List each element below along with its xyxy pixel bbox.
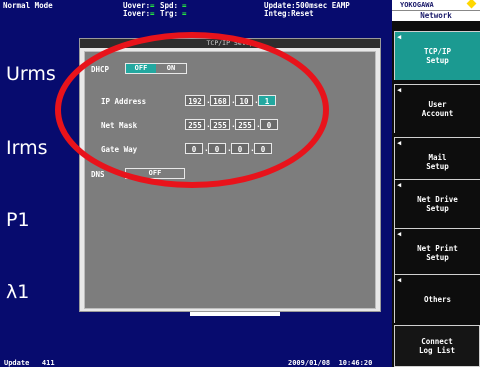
triangle-icon: ◀ (397, 33, 402, 41)
mask-octet-4[interactable]: 0 (260, 119, 278, 130)
panel-header: YOKOGAWA Network (392, 0, 480, 21)
softkey-label: Setup (426, 253, 449, 262)
softkey-net-print-setup[interactable]: ◀ Net Print Setup (394, 228, 480, 277)
dhcp-on-option[interactable]: ON (156, 64, 186, 73)
mask-octet-3[interactable]: 255 (235, 119, 255, 130)
measurement-label: Urms (6, 63, 56, 85)
measurement-label: Irms (6, 137, 48, 159)
tcpip-setup-dialog: TCP/IP Setup DHCP OFF ON IP Address 192 … (79, 38, 381, 312)
iover-value: = (150, 9, 155, 18)
mask-octet-2[interactable]: 255 (210, 119, 230, 130)
gateway-octet-4[interactable]: 0 (254, 143, 272, 154)
date-time: 2009/01/08 10:46:20 (288, 359, 373, 367)
softkey-label: Others (423, 294, 452, 304)
measurement-label: P1 (6, 209, 30, 231)
softkey-label: Setup (426, 162, 449, 171)
diamond-icon (466, 0, 477, 9)
mask-octet-1[interactable]: 255 (185, 119, 205, 130)
softkey-connect-log-list[interactable]: Connect Log List (394, 325, 480, 367)
softkey-others[interactable]: ◀ Others (394, 274, 480, 323)
ip-octet-3[interactable]: 10 (235, 95, 253, 106)
dns-value[interactable]: OFF (126, 169, 184, 178)
ip-octet-1[interactable]: 192 (185, 95, 205, 106)
trg-value: = (182, 9, 187, 18)
net-mask-label: Net Mask (101, 121, 138, 130)
triangle-icon: ◀ (397, 230, 402, 238)
softkey-label: TCP/IP (423, 47, 452, 56)
update-counter: Update 411 (4, 359, 55, 367)
gateway-label: Gate Way (101, 145, 138, 154)
softkey-label: Account (421, 109, 454, 118)
softkey-label: Setup (426, 204, 449, 213)
triangle-icon: ◀ (397, 86, 402, 94)
softkey-user-account[interactable]: ◀ User Account (394, 84, 480, 133)
softkey-label: Setup (426, 56, 449, 65)
triangle-icon: ◀ (397, 139, 402, 147)
softkey-tcpip-setup[interactable]: ◀ TCP/IP Setup (394, 31, 480, 80)
mode-indicator: Normal Mode (3, 1, 53, 10)
dialog-body: DHCP OFF ON IP Address 192 . 168 . 10 . … (84, 51, 376, 309)
softkey-panel: YOKOGAWA Network ◀ TCP/IP Setup ◀ User Acc… (392, 0, 480, 367)
dhcp-label: DHCP (91, 65, 110, 74)
gateway-octet-3[interactable]: 0 (231, 143, 249, 154)
iover-label: Iover: (123, 9, 151, 18)
triangle-icon: ◀ (397, 181, 402, 189)
dns-select[interactable]: OFF (125, 168, 185, 179)
softkey-label: Net Drive (417, 195, 458, 204)
dhcp-off-option[interactable]: OFF (126, 64, 156, 73)
ip-octet-2[interactable]: 168 (210, 95, 230, 106)
status-bar: Normal Mode Uover: = Iover: = Spd: = Trg… (0, 0, 392, 20)
gateway-octet-2[interactable]: 0 (208, 143, 226, 154)
dhcp-toggle[interactable]: OFF ON (125, 63, 187, 74)
bottom-status-bar: Update 411 2009/01/08 10:46:20 (0, 359, 392, 367)
dns-label: DNS (91, 170, 105, 179)
gateway-octet-1[interactable]: 0 (185, 143, 203, 154)
triangle-icon: ◀ (397, 276, 402, 284)
menu-title: Network (392, 10, 480, 21)
softkey-label: Mail (428, 153, 447, 162)
softkey-net-drive-setup[interactable]: ◀ Net Drive Setup (394, 179, 480, 228)
softkey-label: User (428, 100, 447, 109)
dialog-title: TCP/IP Setup (80, 39, 380, 48)
ip-octet-4[interactable]: 1 (258, 95, 276, 106)
measurement-label: λ1 (6, 281, 30, 303)
integ-status: Integ:Reset (264, 9, 314, 18)
ip-address-label: IP Address (101, 97, 147, 106)
brand-logo: YOKOGAWA (400, 1, 434, 9)
trg-label: Trg: (160, 9, 179, 18)
softkey-label: Log List (418, 346, 456, 355)
measurement-screen: Normal Mode Uover: = Iover: = Spd: = Trg… (0, 0, 392, 367)
softkey-label: Net Print (417, 244, 458, 253)
softkey-label: Connect (421, 337, 453, 346)
